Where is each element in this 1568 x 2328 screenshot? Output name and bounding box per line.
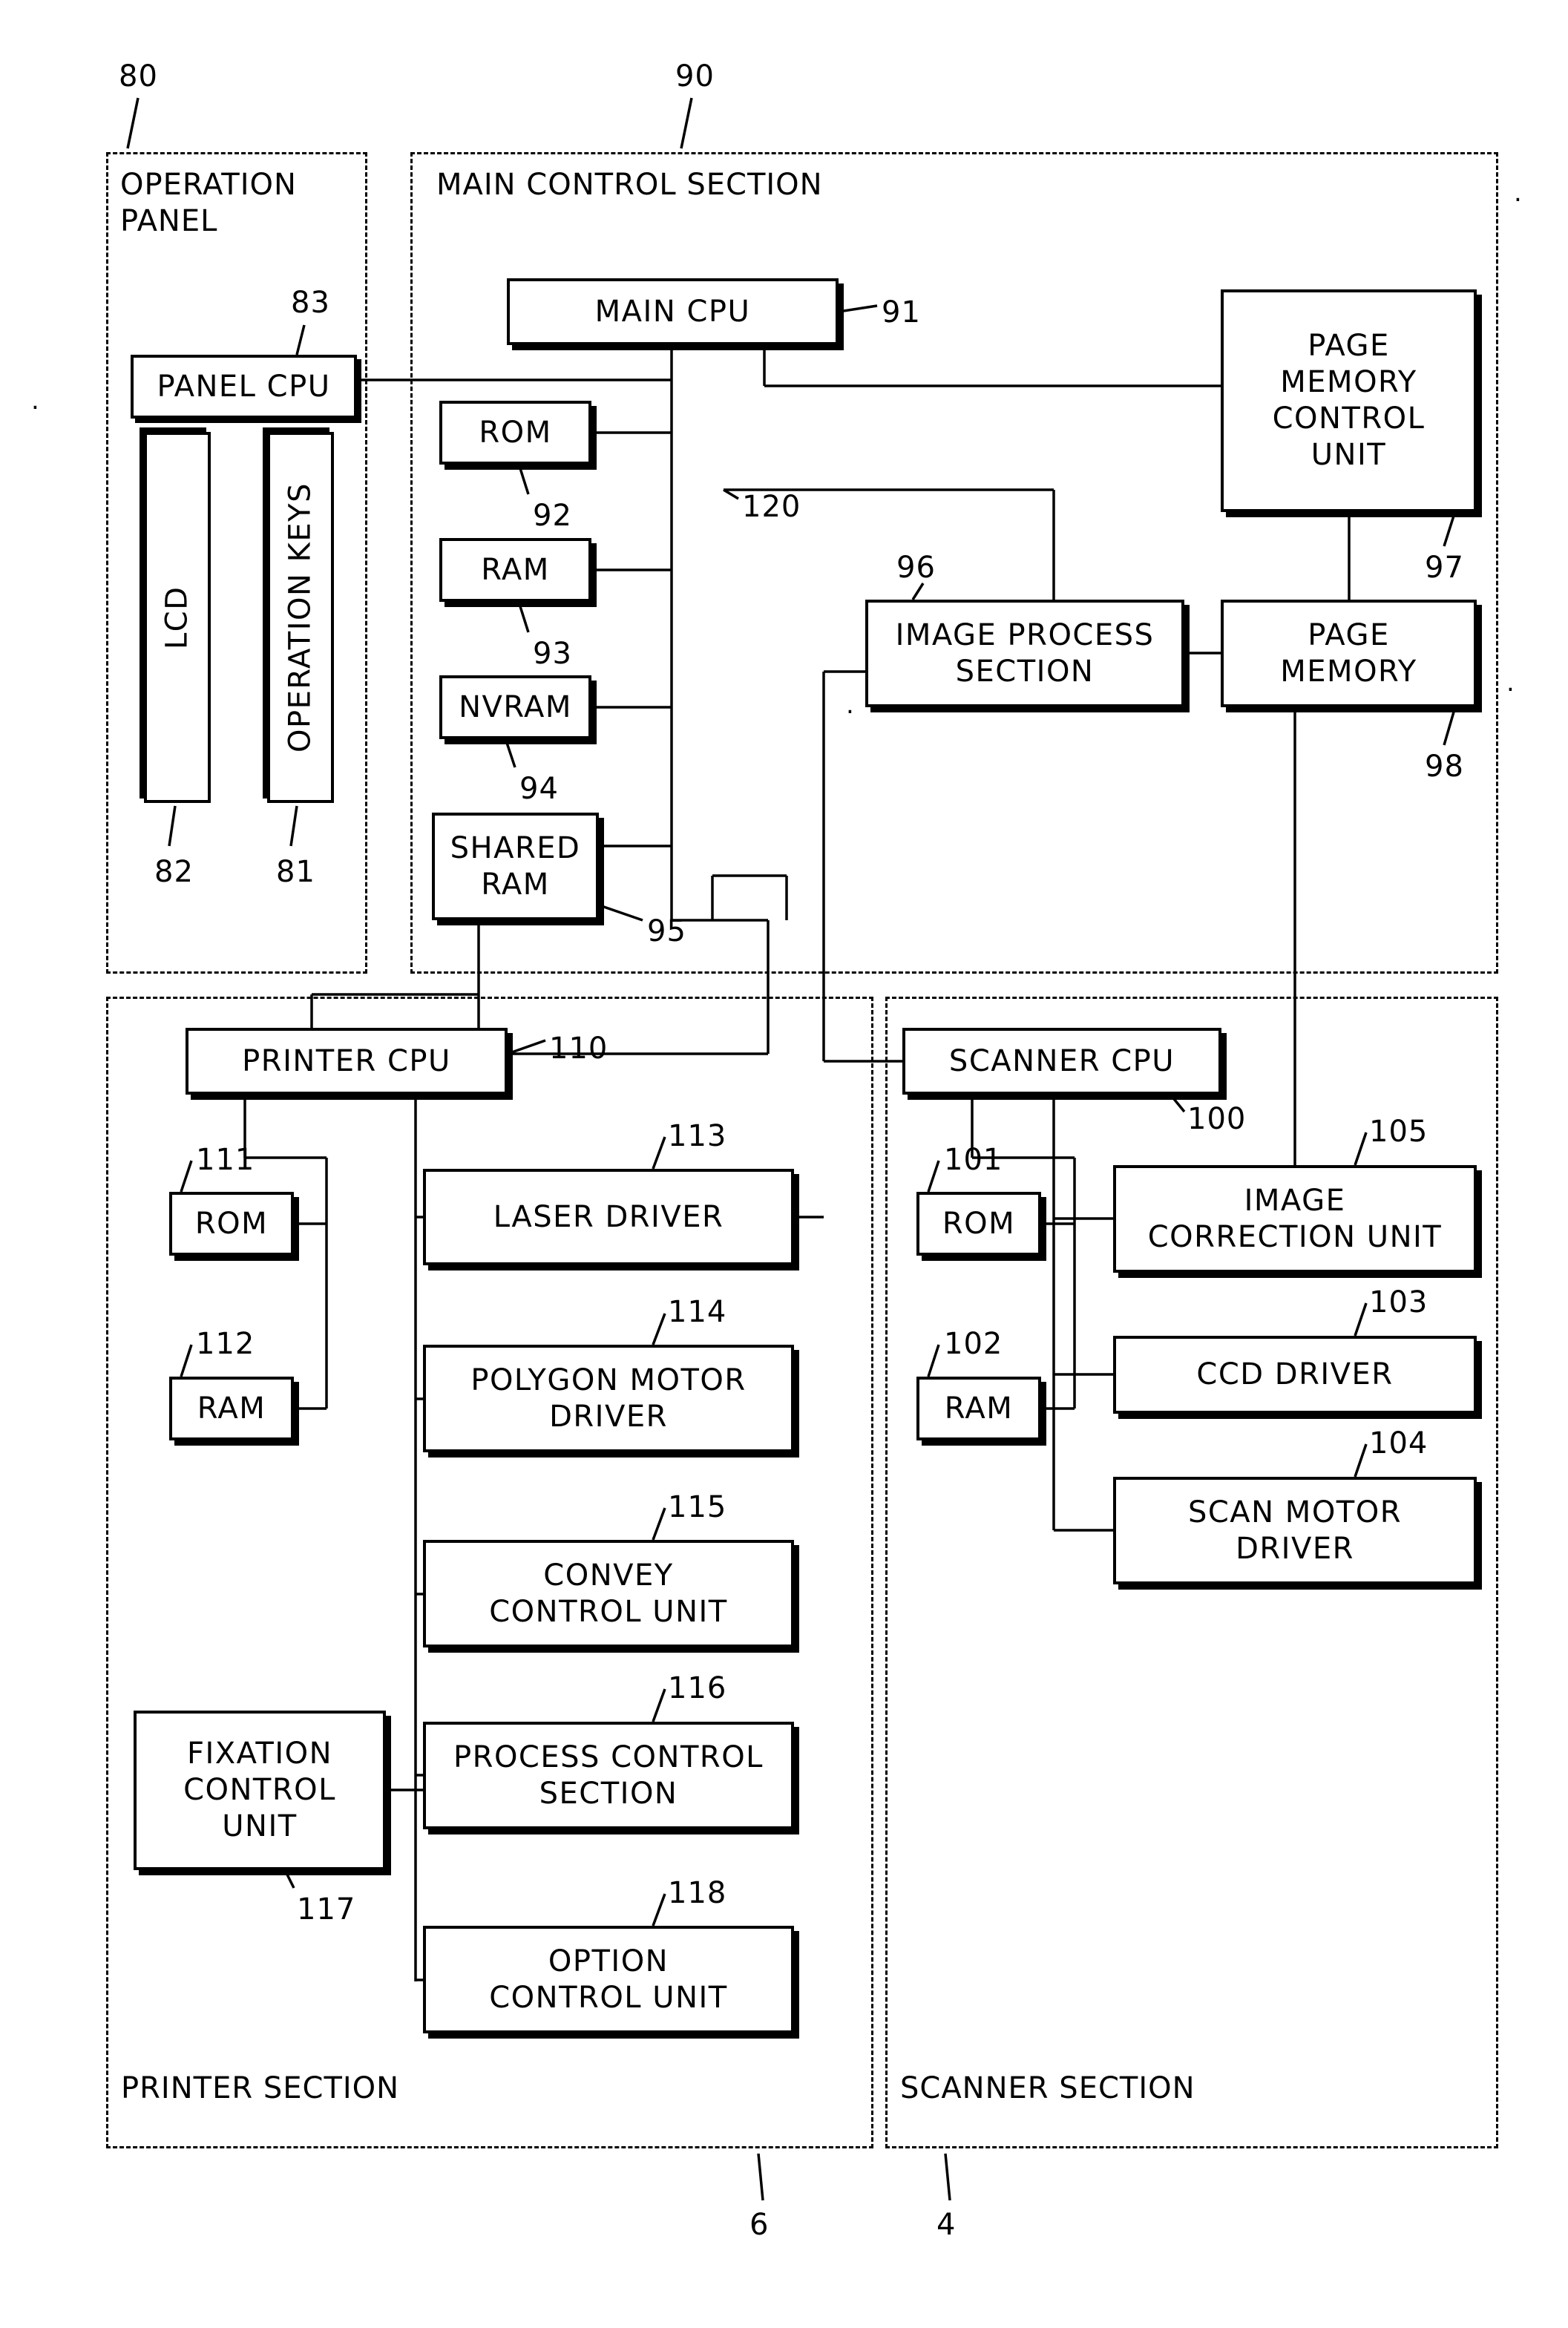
ref-80: 80 <box>119 59 158 94</box>
ram-printer-box[interactable]: RAM <box>169 1377 294 1440</box>
scanner-cpu-box[interactable]: SCANNER CPU <box>902 1028 1221 1095</box>
ref-104: 104 <box>1369 1426 1428 1460</box>
printer-cpu-box[interactable]: PRINTER CPU <box>186 1028 508 1095</box>
rom-printer-box[interactable]: ROM <box>169 1192 294 1256</box>
page-memory-control-unit-box[interactable]: PAGE MEMORY CONTROL UNIT <box>1221 289 1477 512</box>
ram-main-box[interactable]: RAM <box>439 538 591 602</box>
ref-83: 83 <box>291 286 330 320</box>
ref-112: 112 <box>196 1327 255 1361</box>
scanner-section-label: SCANNER SECTION <box>900 2071 1195 2105</box>
ref-96: 96 <box>896 551 936 585</box>
image-process-section-box[interactable]: IMAGE PROCESS SECTION <box>865 600 1184 707</box>
image-process-section-label: IMAGE PROCESS SECTION <box>895 617 1155 689</box>
shared-ram-label: SHARED RAM <box>450 830 581 902</box>
main-cpu-box[interactable]: MAIN CPU <box>507 278 839 345</box>
process-control-section-label: PROCESS CONTROL SECTION <box>453 1740 764 1811</box>
ref-113: 113 <box>668 1119 727 1153</box>
printer-cpu-label: PRINTER CPU <box>242 1043 451 1078</box>
page-memory-label: PAGE MEMORY <box>1280 617 1417 689</box>
ref-101: 101 <box>944 1143 1003 1177</box>
ref-81: 81 <box>276 855 315 889</box>
polygon-motor-driver-label: POLYGON MOTOR DRIVER <box>470 1363 747 1434</box>
printer-section-label: PRINTER SECTION <box>121 2071 400 2105</box>
ref-100: 100 <box>1187 1102 1247 1136</box>
page-memory-control-unit-label: PAGE MEMORY CONTROL UNIT <box>1272 329 1426 472</box>
ref-103: 103 <box>1369 1285 1428 1319</box>
ref-120: 120 <box>742 490 801 524</box>
ref-94: 94 <box>519 772 559 806</box>
ref-93: 93 <box>533 637 572 671</box>
ref-90: 90 <box>675 59 715 94</box>
scan-artifact-dot-2: . <box>1514 178 1522 208</box>
scan-motor-driver-box[interactable]: SCAN MOTOR DRIVER <box>1113 1477 1477 1584</box>
lcd-box[interactable]: LCD <box>144 432 211 803</box>
rom-scanner-label: ROM <box>942 1206 1016 1241</box>
image-correction-unit-label: IMAGE CORRECTION UNIT <box>1147 1183 1443 1254</box>
convey-control-unit-box[interactable]: CONVEY CONTROL UNIT <box>423 1540 794 1647</box>
ref-98: 98 <box>1425 750 1464 784</box>
fixation-control-unit-label: FIXATION CONTROL UNIT <box>183 1737 336 1843</box>
operation-panel-label: OPERATION PANEL <box>120 168 297 238</box>
ram-main-label: RAM <box>481 552 550 587</box>
scan-artifact-dot-3: . <box>31 386 39 416</box>
scan-artifact-dot-1: . <box>793 327 801 356</box>
ram-printer-label: RAM <box>197 1391 266 1426</box>
ref-118: 118 <box>668 1876 727 1910</box>
operation-keys-label: OPERATION KEYS <box>283 482 318 752</box>
ref-6: 6 <box>749 2208 770 2242</box>
nvram-box[interactable]: NVRAM <box>439 675 591 739</box>
laser-driver-box[interactable]: LASER DRIVER <box>423 1169 794 1265</box>
ref-117: 117 <box>297 1892 356 1927</box>
lcd-label: LCD <box>160 586 194 649</box>
ref-102: 102 <box>944 1327 1003 1361</box>
option-control-unit-label: OPTION CONTROL UNIT <box>489 1944 728 2015</box>
scan-motor-driver-label: SCAN MOTOR DRIVER <box>1187 1495 1403 1566</box>
ram-scanner-label: RAM <box>944 1391 1014 1426</box>
option-control-unit-box[interactable]: OPTION CONTROL UNIT <box>423 1926 794 2033</box>
scan-artifact-dot-4: . <box>1506 668 1515 698</box>
rom-main-label: ROM <box>479 415 552 450</box>
ref-97: 97 <box>1425 551 1464 585</box>
main-control-section-label: MAIN CONTROL SECTION <box>436 168 823 202</box>
laser-driver-label: LASER DRIVER <box>493 1199 724 1234</box>
page-memory-box[interactable]: PAGE MEMORY <box>1221 600 1477 707</box>
ref-115: 115 <box>668 1490 727 1524</box>
ref-92: 92 <box>533 499 572 533</box>
convey-control-unit-label: CONVEY CONTROL UNIT <box>489 1558 728 1629</box>
operation-keys-box[interactable]: OPERATION KEYS <box>267 432 334 803</box>
ref-116: 116 <box>668 1671 727 1705</box>
ref-110: 110 <box>549 1032 608 1066</box>
ref-114: 114 <box>668 1295 727 1329</box>
rom-printer-label: ROM <box>194 1206 269 1241</box>
image-correction-unit-box[interactable]: IMAGE CORRECTION UNIT <box>1113 1165 1477 1273</box>
panel-cpu-label: PANEL CPU <box>157 369 331 404</box>
ref-95: 95 <box>647 914 686 948</box>
figure-canvas: OPERATION PANEL MAIN CONTROL SECTION PRI… <box>0 0 1568 2328</box>
ccd-driver-box[interactable]: CCD DRIVER <box>1113 1336 1477 1414</box>
ref-82: 82 <box>154 855 194 889</box>
ref-4: 4 <box>936 2208 957 2242</box>
rom-main-box[interactable]: ROM <box>439 401 591 465</box>
fixation-control-unit-box[interactable]: FIXATION CONTROL UNIT <box>134 1711 386 1870</box>
ref-111: 111 <box>196 1143 255 1177</box>
shared-ram-box[interactable]: SHARED RAM <box>432 813 599 920</box>
main-cpu-label: MAIN CPU <box>594 294 751 329</box>
panel-cpu-box[interactable]: PANEL CPU <box>131 355 357 419</box>
ccd-driver-label: CCD DRIVER <box>1196 1357 1394 1392</box>
ram-scanner-box[interactable]: RAM <box>916 1377 1041 1440</box>
process-control-section-box[interactable]: PROCESS CONTROL SECTION <box>423 1722 794 1829</box>
ref-105: 105 <box>1369 1115 1428 1149</box>
ref-91: 91 <box>882 295 921 329</box>
nvram-label: NVRAM <box>459 689 572 724</box>
rom-scanner-box[interactable]: ROM <box>916 1192 1041 1256</box>
polygon-motor-driver-box[interactable]: POLYGON MOTOR DRIVER <box>423 1345 794 1452</box>
scan-artifact-dot-5: . <box>846 690 854 720</box>
scanner-cpu-label: SCANNER CPU <box>948 1043 1175 1078</box>
